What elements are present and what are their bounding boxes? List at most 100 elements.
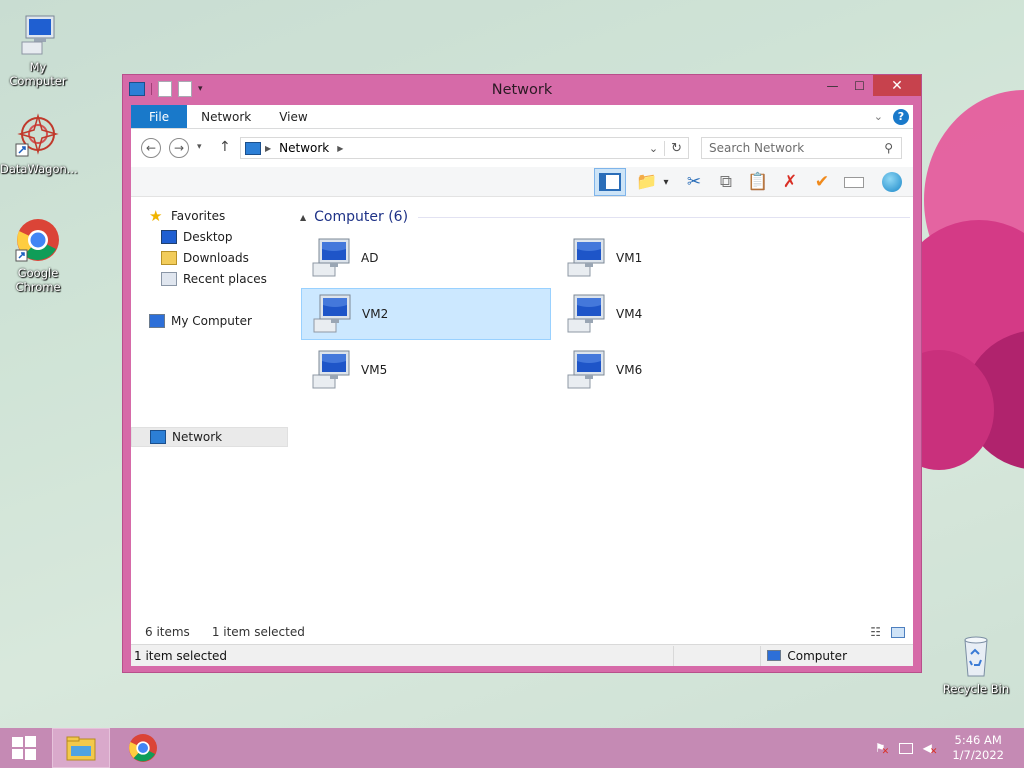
computer-icon	[149, 314, 165, 328]
copy-icon[interactable]: ⧉	[713, 170, 739, 194]
network-tray-icon[interactable]	[896, 728, 916, 768]
nav-my-computer[interactable]: My Computer	[149, 311, 252, 331]
breadcrumb-network[interactable]: Network	[279, 141, 329, 155]
preview-pane-icon[interactable]	[594, 168, 626, 196]
clock-date: 1/7/2022	[952, 748, 1004, 762]
tab-file[interactable]: File	[131, 105, 188, 128]
desktop-icon-recycle-bin[interactable]: Recycle Bin	[938, 632, 1014, 696]
computer-icon	[305, 237, 351, 279]
action-center-icon[interactable]: ⚑ ✕	[872, 728, 892, 768]
status-bar: 6 items 1 item selected ☷	[131, 620, 913, 644]
address-row: ← → ▾ ↑ ▶ Network ▶ ⌄ ↻ Search Network ⚲	[131, 129, 913, 167]
volume-muted-icon[interactable]: ◀ ✕	[920, 728, 940, 768]
breadcrumb-arrow-icon[interactable]: ▶	[337, 144, 343, 153]
nav-recent-places[interactable]: Recent places	[161, 269, 267, 289]
network-icon	[245, 141, 261, 155]
close-button[interactable]: ✕	[873, 75, 921, 96]
folder-options-dropdown-icon[interactable]: ▾	[659, 170, 673, 194]
nav-label: Desktop	[183, 230, 233, 244]
expand-ribbon-icon[interactable]: ⌄	[874, 110, 883, 123]
help-icon[interactable]: ?	[893, 108, 909, 125]
group-header[interactable]: ▲ Computer (6)	[300, 209, 910, 225]
search-icon[interactable]: ⚲	[884, 141, 901, 155]
group-title: Computer (6)	[314, 209, 409, 225]
checkmark-icon[interactable]: ✔	[809, 170, 835, 194]
chrome-icon	[129, 734, 157, 762]
my-computer-icon	[14, 10, 62, 58]
windows-logo-icon	[12, 736, 36, 760]
collapse-group-icon[interactable]: ▲	[300, 213, 306, 222]
tab-view[interactable]: View	[265, 105, 321, 128]
nav-desktop[interactable]: Desktop	[161, 227, 233, 247]
address-dropdown-icon[interactable]: ⌄	[649, 142, 664, 155]
tab-network[interactable]: Network	[187, 105, 265, 128]
computer-item[interactable]: VM2	[301, 288, 551, 340]
file-explorer-icon	[66, 736, 96, 761]
computer-item[interactable]: VM5	[301, 344, 551, 396]
search-input[interactable]: Search Network ⚲	[701, 137, 902, 159]
recent-locations-icon[interactable]: ▾	[197, 142, 202, 152]
network-globe-icon[interactable]	[879, 170, 905, 194]
desktop-icon-my-computer[interactable]: My Computer	[0, 10, 76, 88]
details-view-icon[interactable]: ☷	[870, 625, 881, 639]
computer-icon	[306, 293, 352, 335]
refresh-icon[interactable]: ↻	[664, 140, 688, 156]
computer-item[interactable]: VM6	[556, 344, 806, 396]
network-icon	[150, 430, 166, 444]
up-button[interactable]: ↑	[219, 139, 231, 155]
computer-item[interactable]: VM4	[556, 288, 806, 340]
nav-label: My Computer	[171, 314, 252, 328]
window-title: Network	[491, 82, 553, 98]
computer-item[interactable]: VM1	[556, 232, 806, 284]
desktop-icon-chrome[interactable]: Google Chrome	[0, 216, 76, 294]
address-bar[interactable]: ▶ Network ▶ ⌄ ↻	[240, 137, 689, 159]
computer-item-label: VM2	[362, 307, 389, 321]
computer-icon	[560, 349, 606, 391]
recent-places-icon	[161, 272, 177, 286]
computer-icon	[305, 349, 351, 391]
taskbar-chrome-button[interactable]	[114, 728, 172, 768]
desktop-icon-label: Google Chrome	[15, 266, 61, 294]
clock[interactable]: 5:46 AM 1/7/2022	[952, 733, 1004, 763]
folder-options-icon[interactable]: 📁	[634, 170, 660, 194]
title-bar[interactable]: ▾ Network — ☐ ✕	[123, 75, 921, 105]
maximize-button[interactable]: ☐	[846, 75, 873, 96]
paste-icon[interactable]: 📋	[745, 170, 771, 194]
details-divider	[760, 645, 762, 666]
desktop-icon	[161, 230, 177, 244]
large-icons-view-icon[interactable]	[891, 626, 905, 638]
nav-downloads[interactable]: Downloads	[161, 248, 249, 268]
cut-icon[interactable]: ✂	[681, 170, 707, 194]
rename-icon[interactable]	[841, 170, 867, 194]
navigation-pane: ★ Favorites Desktop Downloads Recent pla…	[131, 197, 296, 642]
search-placeholder: Search Network	[709, 141, 805, 155]
nav-label: Downloads	[183, 251, 249, 265]
forward-button[interactable]: →	[169, 138, 189, 158]
datawagon-icon	[14, 112, 62, 160]
computer-item-label: AD	[361, 251, 379, 265]
computer-item-label: VM4	[616, 307, 643, 321]
nav-label: Recent places	[183, 272, 267, 286]
nav-favorites[interactable]: ★ Favorites	[149, 206, 225, 226]
details-type: Computer	[787, 648, 847, 663]
computer-icon	[560, 237, 606, 279]
taskbar-explorer-button[interactable]	[52, 728, 110, 768]
explorer-window: ▾ Network — ☐ ✕ File Network View ⌄ ? ← …	[122, 74, 922, 673]
delete-icon[interactable]: ✗	[777, 170, 803, 194]
content-area: ★ Favorites Desktop Downloads Recent pla…	[131, 197, 913, 642]
computer-item[interactable]: AD	[301, 232, 551, 284]
nav-network[interactable]: Network	[131, 427, 288, 447]
group-divider	[418, 216, 910, 218]
computer-item-label: VM5	[361, 363, 388, 377]
computer-icon	[767, 650, 782, 661]
minimize-button[interactable]: —	[819, 75, 846, 96]
breadcrumb-arrow-icon: ▶	[265, 143, 272, 153]
item-count: 6 items	[145, 625, 190, 639]
start-button[interactable]	[0, 728, 48, 768]
details-bar: 1 item selected Computer	[131, 644, 913, 666]
desktop-icon-label: DataWagon...	[0, 162, 78, 176]
desktop-icon-datawagon[interactable]: DataWagon...	[0, 112, 78, 176]
clock-time: 5:46 AM	[954, 733, 1002, 747]
back-button[interactable]: ←	[141, 138, 161, 158]
file-list: ▲ Computer (6) AD VM1 VM2 VM4 VM5 VM6	[296, 197, 913, 642]
